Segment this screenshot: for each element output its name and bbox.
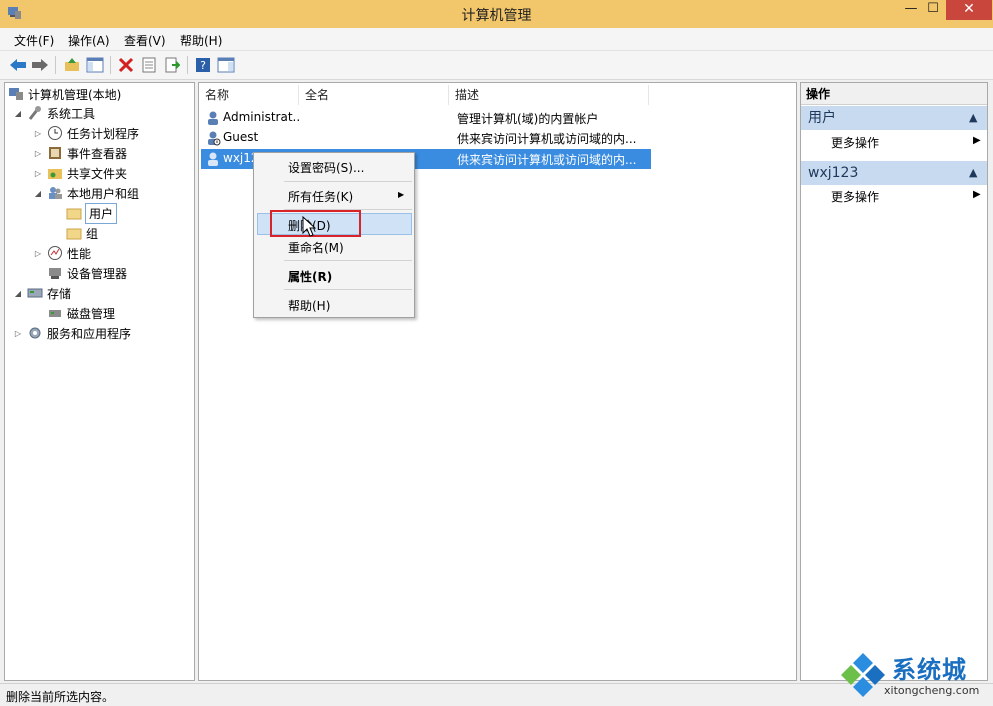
tree-node-computer-management[interactable]: 计算机管理(本地) [8, 84, 121, 104]
tree-node-services-applications[interactable]: ▷ 服务和应用程序 [13, 323, 131, 343]
menu-item-set-password[interactable]: 设置密码(S)... [288, 159, 364, 176]
navigation-tree: 计算机管理(本地) ◢ 系统工具 ▷ 任务计划程序 ▷ 事件查看器 ▷ 共享文件… [4, 82, 195, 681]
submenu-arrow-icon: ▶ [973, 189, 981, 200]
expand-arrow-icon[interactable]: ▷ [33, 149, 43, 158]
table-row[interactable]: Administrat... 管理计算机(域)的内置帐户 [201, 108, 651, 128]
submenu-arrow-icon: ▶ [973, 135, 981, 146]
back-arrow-icon[interactable] [8, 55, 28, 75]
actions-pane: 操作 用户 ▲ 更多操作 ▶ wxj123 ▲ 更多操作 ▶ [800, 82, 988, 681]
users-group-icon [47, 185, 63, 201]
expand-arrow-icon[interactable]: ▷ [13, 329, 23, 338]
collapse-arrow-icon[interactable]: ◢ [33, 189, 43, 198]
collapse-triangle-icon[interactable]: ▲ [969, 161, 977, 185]
tree-node-system-tools[interactable]: ◢ 系统工具 [13, 103, 95, 123]
menu-item-all-tasks[interactable]: 所有任务(K) [288, 188, 353, 205]
forward-arrow-icon[interactable] [30, 55, 50, 75]
menu-item-properties[interactable]: 属性(R) [288, 268, 332, 285]
device-manager-icon [47, 265, 63, 281]
close-button[interactable]: ✕ [946, 0, 992, 20]
menu-item-rename[interactable]: 重命名(M) [288, 239, 344, 256]
mouse-cursor-icon [302, 215, 317, 238]
tree-node-event-viewer[interactable]: ▷ 事件查看器 [33, 143, 127, 163]
collapse-arrow-icon[interactable]: ◢ [13, 289, 23, 298]
services-icon [27, 325, 43, 341]
collapse-arrow-icon[interactable]: ◢ [13, 109, 23, 118]
column-header-description[interactable]: 描述 [449, 85, 649, 105]
watermark: 系统城 xitongcheng.com [838, 648, 990, 702]
tree-node-performance[interactable]: ▷ 性能 [33, 243, 91, 263]
maximize-button[interactable]: ☐ [920, 0, 946, 20]
tree-node-shared-folders[interactable]: ▷ 共享文件夹 [33, 163, 127, 183]
event-viewer-icon [47, 145, 63, 161]
menu-action[interactable]: 操作(A) [68, 32, 110, 49]
svg-text:?: ? [200, 59, 206, 72]
title-bar[interactable]: 计算机管理 — ☐ ✕ [0, 0, 993, 28]
user-icon [205, 110, 221, 129]
tree-node-disk-management[interactable]: 磁盘管理 [47, 303, 115, 323]
submenu-arrow-icon: ▶ [398, 190, 405, 199]
show-hide-action-pane-icon[interactable] [216, 55, 236, 75]
watermark-brand: 系统城 [892, 656, 967, 684]
more-actions-link[interactable]: 更多操作 [831, 134, 879, 151]
menu-file[interactable]: 文件(F) [14, 32, 54, 49]
expand-arrow-icon[interactable]: ▷ [33, 169, 43, 178]
tree-node-storage[interactable]: ◢ 存储 [13, 283, 71, 303]
column-header-fullname[interactable]: 全名 [299, 85, 449, 105]
up-folder-icon[interactable] [62, 55, 82, 75]
export-list-icon[interactable] [162, 55, 182, 75]
show-hide-tree-icon[interactable] [85, 55, 105, 75]
toolbar: ? [0, 51, 993, 80]
folder-icon [66, 225, 82, 241]
more-actions-link[interactable]: 更多操作 [831, 188, 879, 205]
help-icon[interactable]: ? [193, 55, 213, 75]
delete-icon[interactable] [116, 55, 136, 75]
computer-management-icon [8, 86, 24, 102]
folder-icon [66, 205, 82, 221]
tree-node-users[interactable]: 用户 [66, 202, 118, 224]
storage-icon [27, 285, 43, 301]
disabled-user-icon [205, 130, 221, 149]
column-header-name[interactable]: 名称 [199, 85, 299, 105]
clock-icon [47, 125, 63, 141]
performance-icon [47, 245, 63, 261]
menu-help[interactable]: 帮助(H) [180, 32, 222, 49]
table-row[interactable]: Guest 供来宾访问计算机或访问域的内... [201, 128, 651, 148]
menu-item-help[interactable]: 帮助(H) [288, 297, 330, 314]
actions-title: 操作 [801, 83, 987, 105]
expand-arrow-icon[interactable]: ▷ [33, 249, 43, 258]
tree-node-task-scheduler[interactable]: ▷ 任务计划程序 [33, 123, 139, 143]
properties-icon[interactable] [139, 55, 159, 75]
actions-section-wxj123[interactable]: wxj123 ▲ [801, 161, 987, 185]
tree-node-local-users-groups[interactable]: ◢ 本地用户和组 [33, 183, 139, 203]
tree-node-device-manager[interactable]: 设备管理器 [47, 263, 127, 283]
menu-bar: 文件(F) 操作(A) 查看(V) 帮助(H) [0, 28, 993, 51]
tree-node-groups[interactable]: 组 [66, 223, 98, 243]
menu-view[interactable]: 查看(V) [124, 32, 166, 49]
expand-arrow-icon[interactable]: ▷ [33, 129, 43, 138]
collapse-triangle-icon[interactable]: ▲ [969, 106, 977, 130]
disk-management-icon [47, 305, 63, 321]
brand-logo-icon [841, 653, 885, 697]
user-icon [205, 151, 221, 170]
tools-icon [27, 105, 43, 121]
actions-section-users[interactable]: 用户 ▲ [801, 106, 987, 130]
shared-folder-icon [47, 165, 63, 181]
status-text: 删除当前所选内容。 [6, 690, 115, 704]
watermark-url: xitongcheng.com [884, 684, 980, 697]
window-title: 计算机管理 [461, 8, 532, 24]
